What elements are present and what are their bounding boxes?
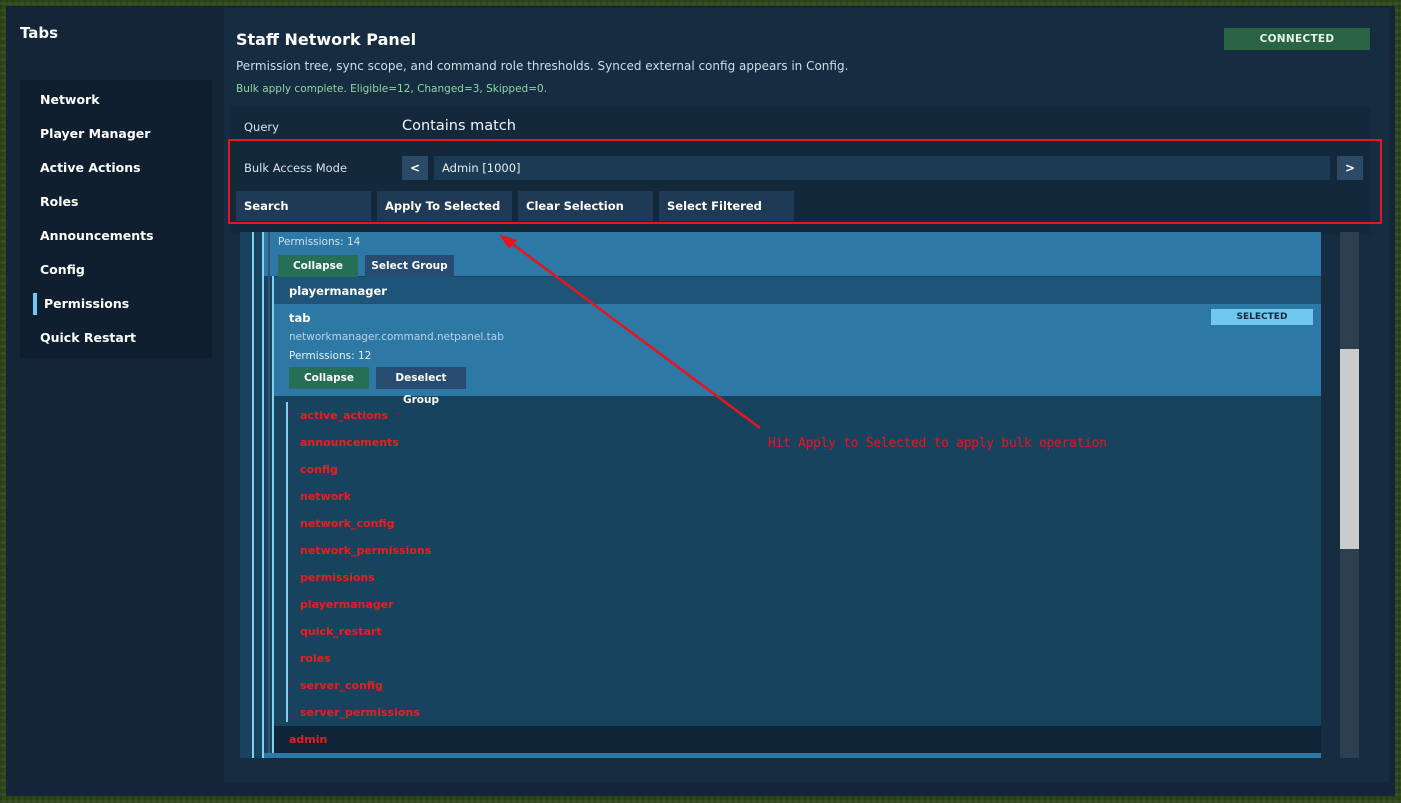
permission-item[interactable]: server_config	[300, 679, 383, 692]
tree-row-admin[interactable]: admin	[274, 726, 1321, 753]
group-permissions-count: Permissions: 14	[278, 236, 361, 248]
sidebar-title: Tabs	[20, 24, 59, 42]
connection-status-badge: CONNECTED	[1224, 28, 1370, 50]
select-group-button[interactable]: Select Group	[365, 255, 454, 277]
selected-badge: SELECTED	[1211, 309, 1313, 325]
group-name: tab	[289, 311, 311, 325]
deselect-group-button[interactable]: Deselect Group	[376, 367, 466, 406]
sidebar-item-announcements[interactable]: Announcements	[40, 226, 154, 246]
page-title: Staff Network Panel	[236, 30, 417, 49]
tree-scrollbar-thumb[interactable]	[1340, 349, 1359, 549]
permission-item[interactable]: roles	[300, 652, 331, 665]
collapse-button[interactable]: Collapse	[289, 367, 369, 389]
annotation-highlight-box	[228, 139, 1382, 224]
row-label: admin	[289, 733, 328, 746]
collapse-button[interactable]: Collapse	[278, 255, 358, 277]
sidebar-item-roles[interactable]: Roles	[40, 192, 78, 212]
tree-group-top: Permissions: 14 Collapse Select Group	[264, 232, 1321, 277]
permission-item[interactable]: config	[300, 463, 338, 476]
permission-item[interactable]: network	[300, 490, 351, 503]
row-label: playermanager	[289, 284, 387, 298]
permission-item[interactable]: network_config	[300, 517, 394, 530]
tree-group-tab[interactable]: tab SELECTED networkmanager.command.netp…	[274, 304, 1321, 406]
query-mode-value[interactable]: Contains match	[402, 118, 516, 134]
permission-item[interactable]: active_actions	[300, 409, 388, 422]
permission-item[interactable]: server_permissions	[300, 706, 420, 719]
sidebar-item-permissions[interactable]: Permissions	[44, 294, 129, 314]
tree-guide-line	[268, 232, 270, 758]
page-subtitle: Permission tree, sync scope, and command…	[236, 59, 849, 73]
sidebar-item-config[interactable]: Config	[40, 260, 85, 280]
tree-guide-line	[286, 402, 288, 722]
sidebar-item-network[interactable]: Network	[40, 90, 100, 110]
permission-item[interactable]: announcements	[300, 436, 399, 449]
sidebar-item-active-actions[interactable]: Active Actions	[40, 158, 141, 178]
group-permissions-count: Permissions: 12	[289, 350, 372, 362]
tree-guide-line	[252, 232, 254, 758]
status-message: Bulk apply complete. Eligible=12, Change…	[236, 83, 548, 95]
sidebar: Network Player Manager Active Actions Ro…	[20, 80, 212, 358]
permission-node: networkmanager.command.netpanel.tab	[289, 331, 504, 343]
query-label: Query	[244, 120, 279, 134]
permission-item[interactable]: playermanager	[300, 598, 394, 611]
tree-row-playermanager[interactable]: playermanager	[274, 277, 1321, 304]
permission-item[interactable]: permissions	[300, 571, 375, 584]
tree-guide-line	[262, 232, 264, 758]
sidebar-item-player-manager[interactable]: Player Manager	[40, 124, 150, 144]
permission-item[interactable]: network_permissions	[300, 544, 431, 557]
tree-group-next	[264, 753, 1321, 758]
sidebar-item-quick-restart[interactable]: Quick Restart	[40, 328, 136, 348]
permission-item[interactable]: quick_restart	[300, 625, 382, 638]
annotation-text: Hit Apply to Selected to apply bulk oper…	[768, 436, 1107, 451]
active-indicator	[33, 293, 37, 315]
permission-tree[interactable]: Permissions: 14 Collapse Select Group pl…	[240, 232, 1321, 758]
